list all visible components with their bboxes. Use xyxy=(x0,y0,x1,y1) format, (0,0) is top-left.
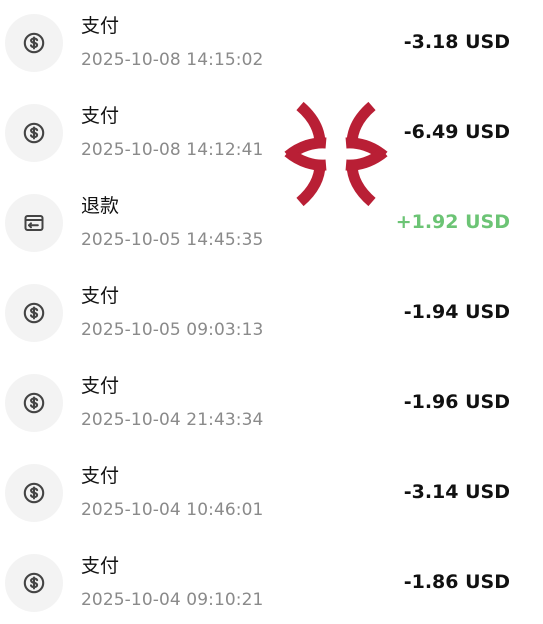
transaction-amount: -1.94 USD xyxy=(403,301,510,323)
payment-icon-badge xyxy=(5,284,63,342)
transaction-row[interactable]: 支付 2025-10-08 14:12:41 -6.49 USD xyxy=(0,90,543,178)
refund-card-icon xyxy=(24,215,44,231)
transaction-row[interactable]: 支付 2025-10-05 09:03:13 -1.94 USD xyxy=(0,270,543,358)
transaction-amount: +1.92 USD xyxy=(395,211,510,233)
transaction-time: 2025-10-04 09:10:21 xyxy=(81,590,264,610)
transaction-type: 支付 xyxy=(81,105,120,127)
dollar-circle-icon xyxy=(23,302,45,324)
transaction-row[interactable]: 退款 2025-10-05 14:45:35 +1.92 USD xyxy=(0,180,543,268)
transaction-type: 支付 xyxy=(81,375,120,397)
transaction-time: 2025-10-04 10:46:01 xyxy=(81,500,264,520)
refund-icon-badge xyxy=(5,194,63,252)
transaction-amount: -3.18 USD xyxy=(403,31,510,53)
transaction-list: 支付 2025-10-08 14:15:02 -3.18 USD 支付 2025… xyxy=(0,0,543,624)
transaction-row[interactable]: 支付 2025-10-04 10:46:01 -3.14 USD xyxy=(0,450,543,538)
transaction-type: 退款 xyxy=(81,195,120,217)
transaction-row[interactable]: 支付 2025-10-08 14:15:02 -3.18 USD xyxy=(0,0,543,88)
transaction-time: 2025-10-08 14:15:02 xyxy=(81,50,264,70)
transaction-amount: -1.86 USD xyxy=(403,571,510,593)
transaction-type: 支付 xyxy=(81,285,120,307)
transaction-type: 支付 xyxy=(81,465,120,487)
dollar-circle-icon xyxy=(23,482,45,504)
transaction-row[interactable]: 支付 2025-10-04 09:10:21 -1.86 USD xyxy=(0,540,543,624)
dollar-circle-icon xyxy=(23,572,45,594)
transaction-type: 支付 xyxy=(81,15,120,37)
transaction-time: 2025-10-05 09:03:13 xyxy=(81,320,264,340)
payment-icon-badge xyxy=(5,104,63,162)
anger-symbol-icon xyxy=(284,101,388,207)
payment-icon-badge xyxy=(5,464,63,522)
transaction-amount: -3.14 USD xyxy=(403,481,510,503)
dollar-circle-icon xyxy=(23,392,45,414)
payment-icon-badge xyxy=(5,14,63,72)
payment-icon-badge xyxy=(5,374,63,432)
transaction-type: 支付 xyxy=(81,555,120,577)
transaction-amount: -6.49 USD xyxy=(403,121,510,143)
transaction-time: 2025-10-04 21:43:34 xyxy=(81,410,264,430)
dollar-circle-icon xyxy=(23,32,45,54)
transaction-time: 2025-10-05 14:45:35 xyxy=(81,230,264,250)
transaction-row[interactable]: 支付 2025-10-04 21:43:34 -1.96 USD xyxy=(0,360,543,448)
transaction-list-page: 支付 2025-10-08 14:15:02 -3.18 USD 支付 2025… xyxy=(0,0,543,624)
payment-icon-badge xyxy=(5,554,63,612)
transaction-time: 2025-10-08 14:12:41 xyxy=(81,140,264,160)
dollar-circle-icon xyxy=(23,122,45,144)
transaction-amount: -1.96 USD xyxy=(403,391,510,413)
